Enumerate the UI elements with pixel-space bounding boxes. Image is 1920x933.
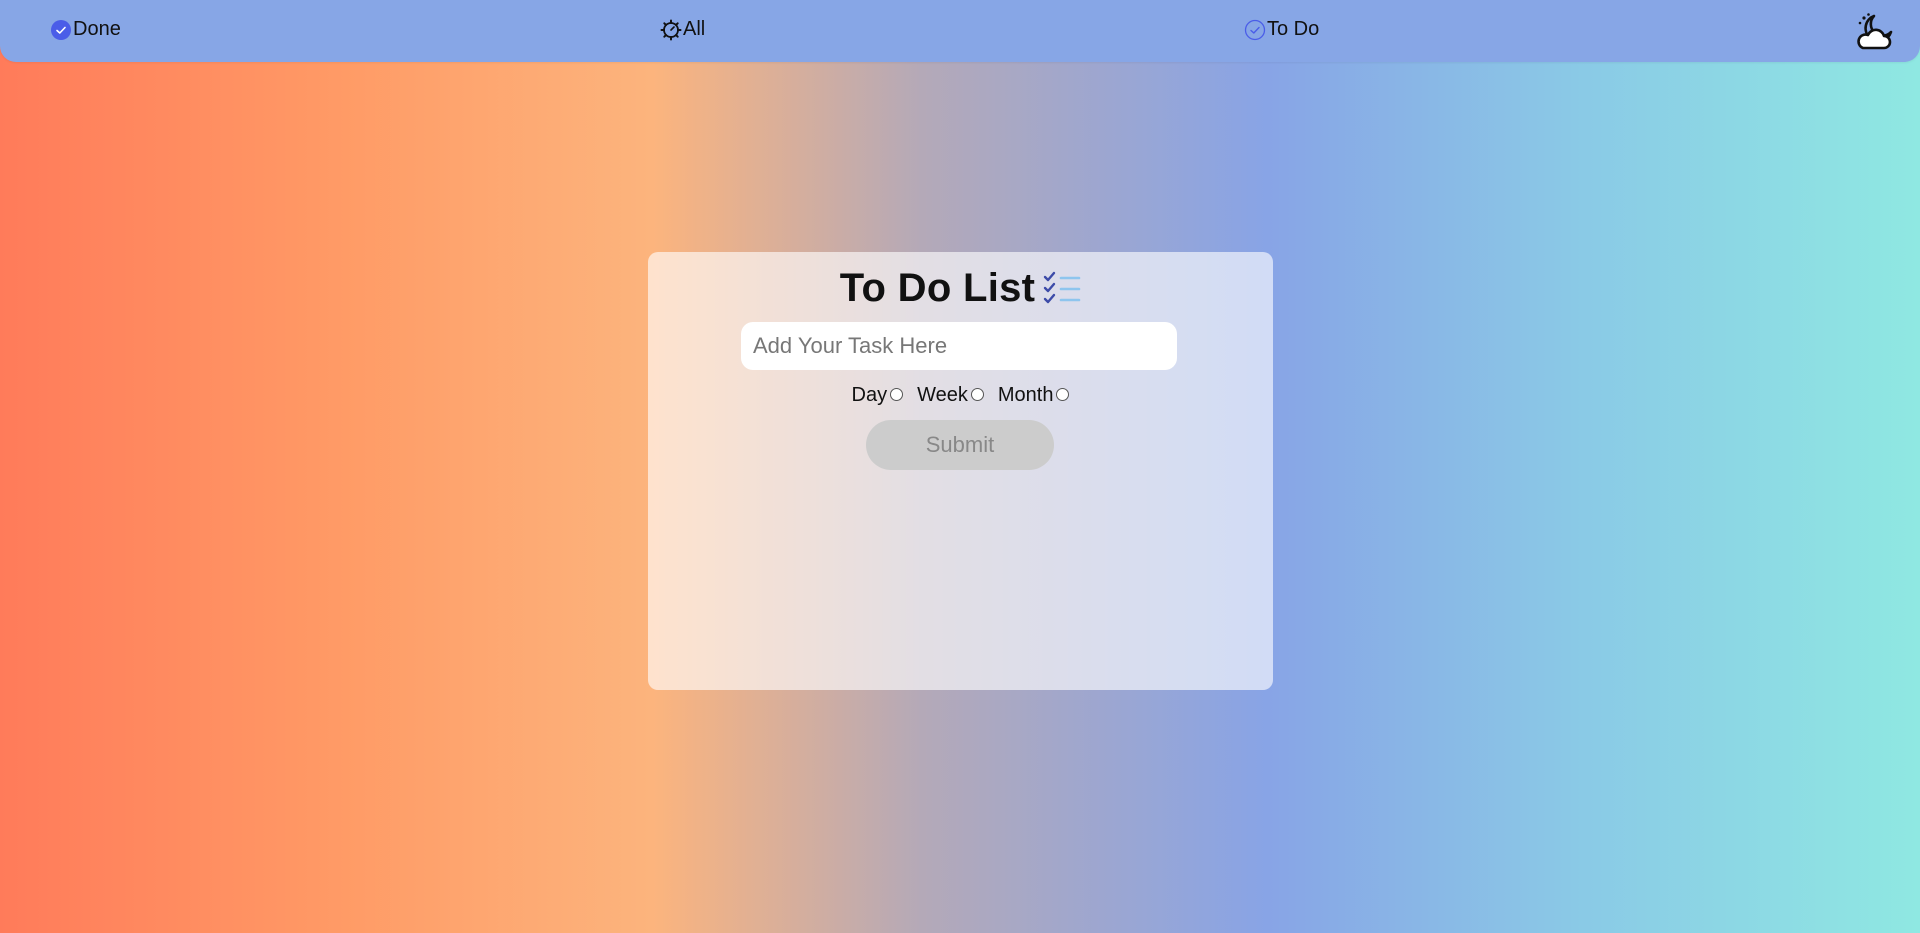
period-option-day[interactable]: Day bbox=[852, 384, 904, 407]
period-label-day: Day bbox=[851, 384, 888, 406]
theme-toggle-button[interactable] bbox=[1854, 10, 1896, 52]
page-title: To Do List bbox=[839, 266, 1036, 310]
task-input[interactable] bbox=[741, 322, 1177, 370]
nav-all-label: All bbox=[683, 18, 706, 40]
nav-all[interactable]: All bbox=[660, 18, 705, 41]
nav-done-label: Done bbox=[73, 18, 121, 40]
period-option-week[interactable]: Week bbox=[917, 384, 984, 407]
nav-todo-label: To Do bbox=[1267, 18, 1320, 40]
gear-icon bbox=[660, 19, 682, 40]
top-nav-bar: Done All To Do bbox=[0, 0, 1920, 62]
check-circle-filled-icon bbox=[51, 19, 71, 40]
period-radio-day[interactable] bbox=[890, 388, 904, 401]
period-option-month[interactable]: Month bbox=[998, 384, 1070, 407]
nav-todo[interactable]: To Do bbox=[1244, 18, 1319, 41]
moon-cloud-icon bbox=[1857, 13, 1893, 50]
period-label-week: Week bbox=[917, 384, 968, 406]
check-circle-outline-icon bbox=[1244, 19, 1266, 40]
period-selector: Day Week Month bbox=[648, 384, 1273, 407]
period-label-month: Month bbox=[997, 384, 1054, 406]
checklist-icon bbox=[1044, 271, 1081, 303]
nav-done[interactable]: Done bbox=[50, 18, 121, 41]
title-row: To Do List bbox=[648, 266, 1273, 311]
period-radio-week[interactable] bbox=[970, 388, 984, 401]
period-radio-month[interactable] bbox=[1056, 388, 1070, 401]
submit-button[interactable]: Submit bbox=[866, 420, 1054, 470]
todo-card: To Do List Day Week Month bbox=[648, 252, 1273, 690]
